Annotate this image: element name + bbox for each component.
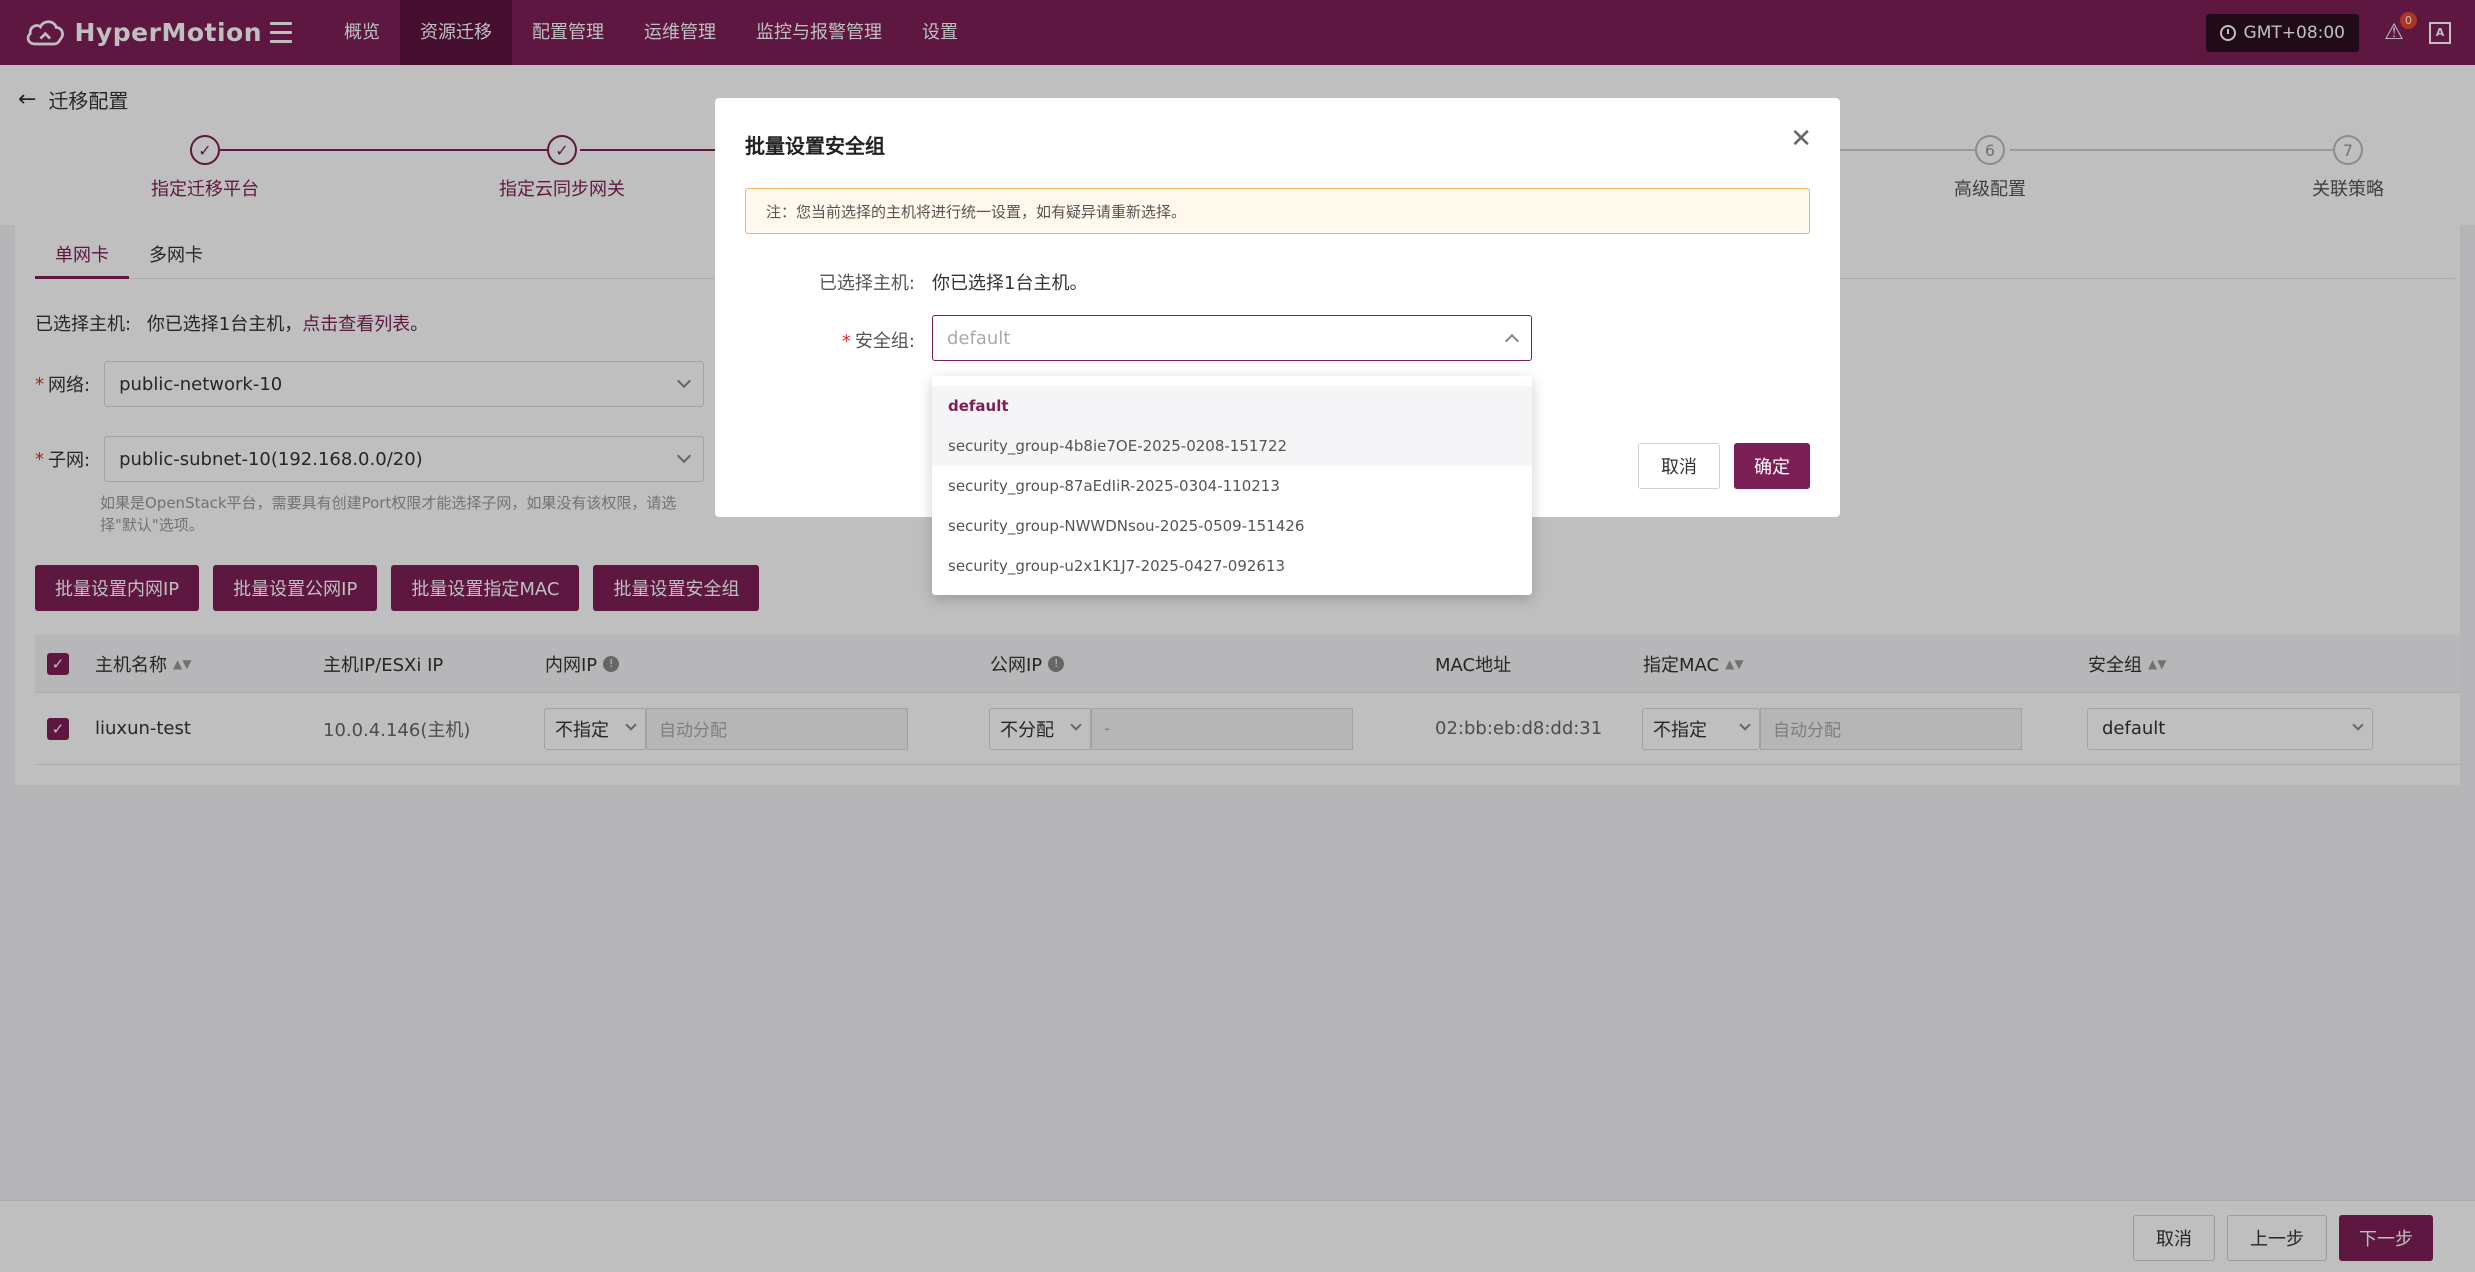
dropdown-option[interactable]: security_group-u2x1K1J7-2025-0427-092613 bbox=[932, 546, 1532, 586]
close-icon[interactable]: ✕ bbox=[1790, 124, 1812, 154]
security-group-select[interactable]: default bbox=[932, 315, 1532, 361]
dropdown-option[interactable]: security_group-NWWDNsou-2025-0509-151426 bbox=[932, 506, 1532, 546]
modal-selected-value: 你已选择1台主机。 bbox=[932, 273, 1088, 294]
modal-selected-label: 已选择主机: bbox=[818, 273, 915, 294]
modal-sg-label: 安全组: bbox=[854, 331, 915, 352]
dropdown-option[interactable]: security_group-4b8ie7OE-2025-0208-151722 bbox=[932, 426, 1532, 466]
chevron-up-icon bbox=[1504, 333, 1520, 349]
modal-cancel-button[interactable]: 取消 bbox=[1638, 443, 1720, 489]
warning-notice: 注：您当前选择的主机将进行统一设置，如有疑异请重新选择。 bbox=[745, 188, 1810, 234]
security-group-dropdown: default security_group-4b8ie7OE-2025-020… bbox=[932, 376, 1532, 595]
modal-title: 批量设置安全组 bbox=[745, 134, 885, 158]
modal-sg-label-row: * 安全组: bbox=[841, 331, 915, 352]
dropdown-option[interactable]: security_group-87aEdIiR-2025-0304-110213 bbox=[932, 466, 1532, 506]
modal-confirm-button[interactable]: 确定 bbox=[1734, 443, 1810, 489]
dropdown-option-default[interactable]: default bbox=[932, 386, 1532, 426]
security-group-placeholder: default bbox=[947, 327, 1011, 349]
